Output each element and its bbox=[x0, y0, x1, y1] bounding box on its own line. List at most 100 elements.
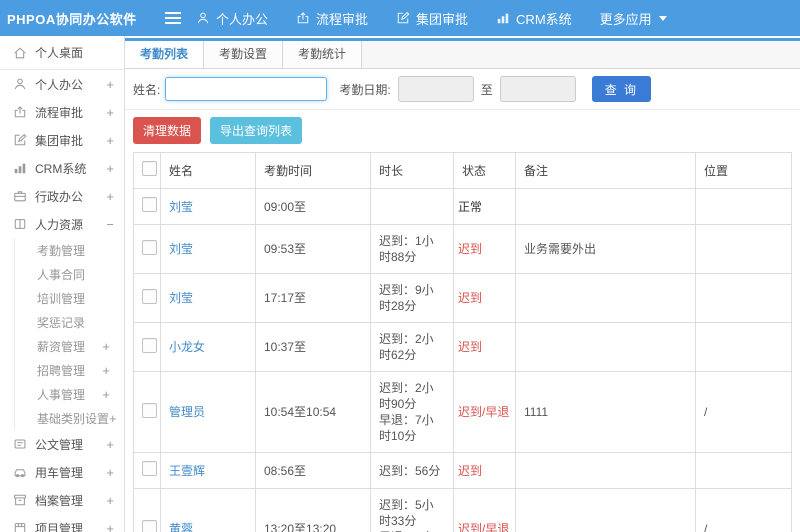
employee-name-link[interactable]: 小龙女 bbox=[169, 340, 205, 354]
tab-attendance-stats[interactable]: 考勤统计 bbox=[283, 41, 363, 68]
sidebar-item-archives-mgmt[interactable]: 档案管理 + bbox=[0, 486, 124, 514]
search-button[interactable]: 查 询 bbox=[591, 76, 652, 102]
archive-icon bbox=[12, 493, 27, 508]
sidebar-subitem-salary-mgmt[interactable]: 薪资管理 + bbox=[15, 334, 124, 358]
sidebar-item-personal-office[interactable]: 个人办公 + bbox=[0, 70, 124, 98]
row-checkbox[interactable] bbox=[142, 288, 157, 304]
row-checkbox[interactable] bbox=[142, 519, 157, 532]
name-cell: 王壹辉 bbox=[160, 452, 256, 489]
table-row: 小龙女 10:37至 迟到：2小时62分 迟到 bbox=[133, 322, 792, 372]
nav-workflow-approval[interactable]: 流程审批 bbox=[296, 9, 368, 28]
location-cell bbox=[695, 322, 792, 372]
nav-label: 集团审批 bbox=[416, 11, 469, 27]
time-cell: 08:56至 bbox=[255, 452, 371, 489]
tab-attendance-settings[interactable]: 考勤设置 bbox=[204, 41, 284, 68]
expand-plus-icon: + bbox=[102, 338, 110, 354]
employee-name-link[interactable]: 刘莹 bbox=[169, 291, 193, 305]
name-label: 姓名: bbox=[133, 82, 161, 97]
tab-attendance-list[interactable]: 考勤列表 bbox=[125, 41, 205, 68]
sidebar-item-crm-system[interactable]: CRM系统 + bbox=[0, 154, 124, 182]
filter-bar: 姓名: 考勤日期: 至 查 询 bbox=[125, 69, 800, 110]
column-header: 备注 bbox=[515, 152, 696, 189]
sidebar-subitem-label: 招聘管理 bbox=[37, 363, 86, 378]
employee-name-link[interactable]: 刘莹 bbox=[169, 242, 193, 256]
name-input[interactable] bbox=[165, 77, 328, 101]
sidebar-item-human-resources[interactable]: 人力资源 − bbox=[0, 210, 124, 238]
sidebar-item-admin-office[interactable]: 行政办公 + bbox=[0, 182, 124, 210]
status-cell: 迟到 bbox=[453, 322, 516, 372]
collapse-minus-icon: − bbox=[106, 216, 114, 232]
status-text: 迟到 bbox=[458, 340, 483, 354]
nav-label: CRM系统 bbox=[516, 11, 572, 27]
row-checkbox[interactable] bbox=[142, 197, 157, 212]
row-check-cell bbox=[133, 224, 161, 274]
book-icon bbox=[12, 217, 27, 232]
date-from-input[interactable] bbox=[397, 76, 474, 102]
sidebar-subitem-personnel-contract[interactable]: 人事合同 bbox=[15, 262, 124, 286]
note-cell bbox=[515, 188, 696, 225]
location-cell: / bbox=[695, 371, 792, 453]
duration-early: 早退：7小时10分 bbox=[379, 413, 434, 443]
share-icon bbox=[296, 11, 310, 25]
nav-more-apps[interactable]: 更多应用 bbox=[600, 9, 667, 28]
row-check-cell bbox=[133, 188, 161, 225]
sidebar-item-label: 流程审批 bbox=[35, 105, 84, 120]
expand-plus-icon: + bbox=[106, 464, 114, 480]
expand-plus-icon: + bbox=[106, 76, 114, 92]
duration-late: 迟到：9小时28分 bbox=[379, 283, 434, 313]
sidebar-item-workflow-approval[interactable]: 流程审批 + bbox=[0, 98, 124, 126]
status-cell: 正常 bbox=[453, 188, 516, 225]
menu-toggle-button[interactable] bbox=[164, 11, 182, 25]
duration-cell: 迟到：2小时62分 bbox=[370, 322, 454, 372]
sidebar-subitem-training-mgmt[interactable]: 培训管理 bbox=[15, 286, 124, 310]
employee-name-link[interactable]: 管理员 bbox=[169, 405, 205, 419]
column-header: 姓名 bbox=[160, 152, 256, 189]
employee-name-link[interactable]: 王壹辉 bbox=[169, 464, 205, 478]
table-row: 黄蓉 13:20至13:20迟到：5小时33分早退：4小时67分迟到/早退 / bbox=[133, 488, 792, 532]
table-header-row: 姓名 考勤时间 时长 状态 备注 位置 bbox=[133, 152, 792, 189]
export-list-button[interactable]: 导出查询列表 bbox=[210, 117, 303, 144]
sidebar-subitem-reward-punishment-record[interactable]: 奖惩记录 bbox=[15, 310, 124, 334]
nav-personal-office[interactable]: 个人办公 bbox=[196, 9, 268, 28]
nav-group-approval[interactable]: 集团审批 bbox=[396, 9, 468, 28]
sidebar-item-label: 集团审批 bbox=[35, 133, 84, 148]
topbar: PHPOA协同办公软件 个人办公 流程审批 集团审批 CRM系统 更多应用 bbox=[0, 0, 800, 36]
column-header: 状态 bbox=[453, 152, 516, 189]
sidebar-item-vehicle-mgmt[interactable]: 用车管理 + bbox=[0, 458, 124, 486]
name-cell: 管理员 bbox=[160, 371, 256, 453]
duration-late: 迟到：56分 bbox=[379, 463, 441, 478]
location-cell: / bbox=[695, 488, 792, 532]
date-to-input[interactable] bbox=[499, 76, 576, 102]
sidebar-item-personal-desktop[interactable]: 个人桌面 bbox=[0, 36, 124, 70]
sidebar-item-document-mgmt[interactable]: 公文管理 + bbox=[0, 430, 124, 458]
row-checkbox[interactable] bbox=[142, 461, 157, 476]
project-icon bbox=[12, 521, 27, 532]
home-icon bbox=[12, 45, 27, 60]
note-cell bbox=[515, 322, 696, 372]
note-cell: 1111 bbox=[515, 371, 696, 453]
employee-name-link[interactable]: 刘莹 bbox=[169, 200, 193, 214]
sidebar-subitem-attendance-mgmt[interactable]: 考勤管理 bbox=[15, 238, 124, 262]
row-checkbox[interactable] bbox=[142, 337, 157, 353]
clear-data-button[interactable]: 清理数据 bbox=[133, 117, 202, 144]
sidebar-subitem-personnel-mgmt[interactable]: 人事管理 + bbox=[15, 382, 124, 406]
duration-cell: 迟到：9小时28分 bbox=[370, 273, 454, 323]
nav-crm-system[interactable]: CRM系统 bbox=[496, 9, 572, 28]
expand-plus-icon: + bbox=[102, 386, 110, 402]
sidebar-item-group-approval[interactable]: 集团审批 + bbox=[0, 126, 124, 154]
sidebar-item-label: CRM系统 bbox=[35, 161, 87, 176]
row-checkbox[interactable] bbox=[142, 239, 157, 255]
time-cell: 10:37至 bbox=[255, 322, 371, 372]
employee-name-link[interactable]: 黄蓉 bbox=[169, 522, 193, 532]
share-icon bbox=[12, 105, 27, 120]
row-checkbox[interactable] bbox=[142, 402, 157, 418]
expand-plus-icon: + bbox=[106, 188, 114, 204]
row-check-cell bbox=[133, 322, 161, 372]
briefcase-icon bbox=[12, 189, 27, 204]
sidebar-subitem-basic-category-settings[interactable]: 基础类别设置 + bbox=[15, 406, 124, 430]
car-icon bbox=[12, 465, 27, 480]
to-label: 至 bbox=[480, 82, 493, 97]
sidebar-item-project-mgmt[interactable]: 项目管理 + bbox=[0, 514, 124, 532]
sidebar-subitem-recruitment-mgmt[interactable]: 招聘管理 + bbox=[15, 358, 124, 382]
select-all-checkbox[interactable] bbox=[142, 161, 157, 176]
